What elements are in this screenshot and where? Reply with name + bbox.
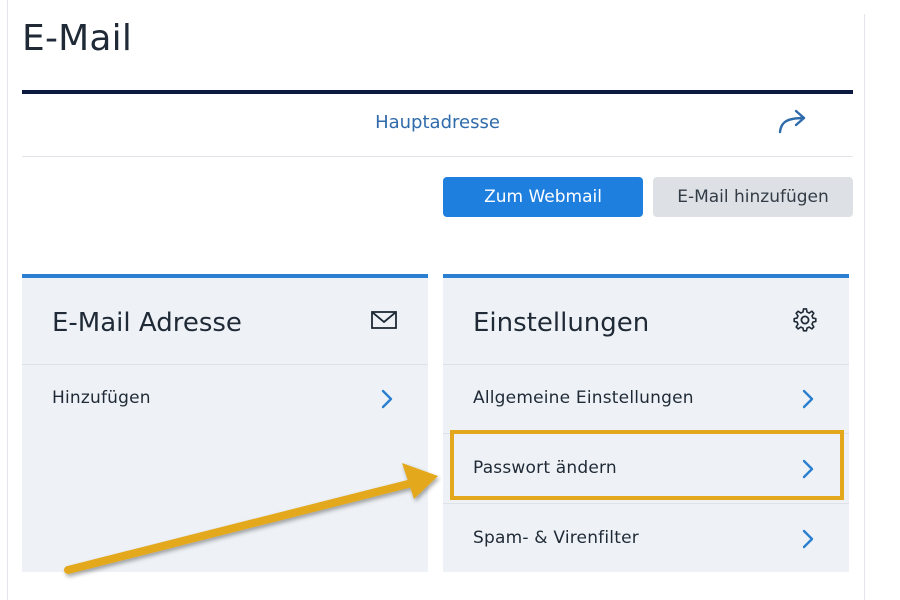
main-address-link[interactable]: Hauptadresse [22,112,853,133]
frame-right-border [864,14,865,600]
email-address-add-label: Hinzufügen [52,388,151,408]
settings-card-title: Einstellungen [473,308,650,338]
chevron-right-icon [802,389,814,409]
email-address-card-header: E-Mail Adresse [22,278,428,365]
envelope-icon [371,311,397,329]
webmail-button[interactable]: Zum Webmail [443,177,643,217]
settings-change-password-row[interactable]: Passwort ändern [443,434,849,504]
gear-icon [793,308,817,332]
settings-card: Einstellungen Allgemeine Einstellungen P… [443,274,849,572]
main-address-row: Hauptadresse [22,94,853,157]
email-address-add-row[interactable]: Hinzufügen [22,364,428,434]
settings-card-header: Einstellungen [443,278,849,365]
chevron-right-icon [381,389,393,409]
chevron-right-icon [802,529,814,549]
settings-change-password-label: Passwort ändern [473,458,617,478]
chevron-right-icon [802,459,814,479]
settings-spam-filter-row[interactable]: Spam- & Virenfilter [443,504,849,574]
add-email-button[interactable]: E-Mail hinzufügen [653,177,853,217]
settings-general-label: Allgemeine Einstellungen [473,388,694,408]
settings-spam-filter-label: Spam- & Virenfilter [473,528,639,548]
page-title: E-Mail [22,18,133,59]
frame-left-border [7,0,8,600]
settings-general-row[interactable]: Allgemeine Einstellungen [443,364,849,434]
share-arrow-icon[interactable] [776,108,810,136]
email-address-card: E-Mail Adresse Hinzufügen [22,274,428,572]
email-address-card-title: E-Mail Adresse [52,308,242,338]
